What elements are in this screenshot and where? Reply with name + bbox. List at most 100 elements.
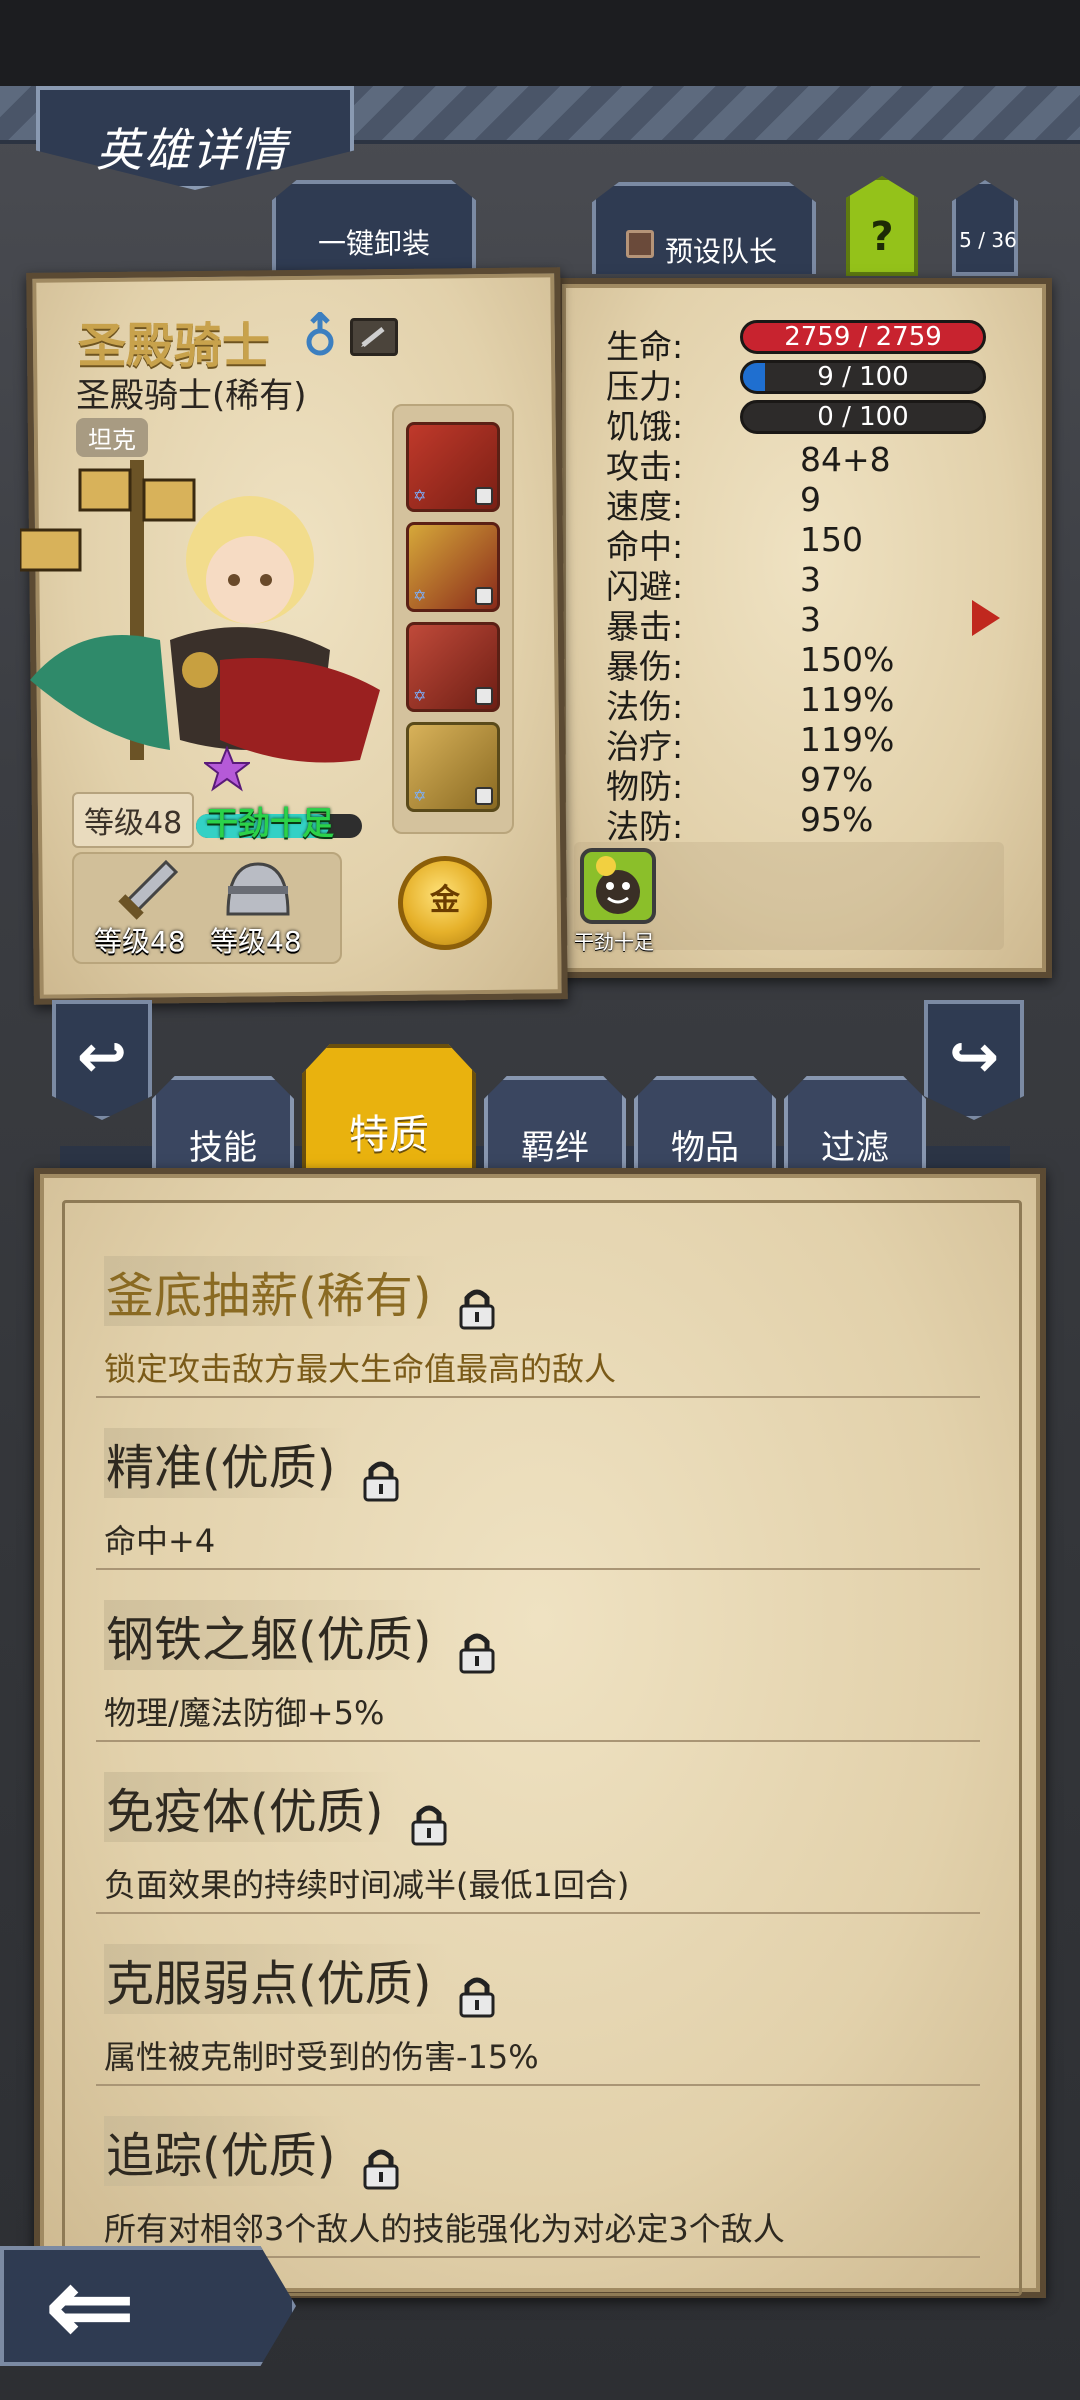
divider bbox=[96, 2084, 980, 2086]
lock-icon bbox=[411, 1805, 447, 1845]
stat-row: 命中: 150 bbox=[606, 520, 996, 566]
lock-icon bbox=[459, 1289, 495, 1329]
vigor-trait-label: 干劲十足 bbox=[574, 930, 654, 954]
stat-row: 物防: 97% bbox=[606, 760, 996, 806]
set-leader-button[interactable]: 预设队长 bbox=[592, 182, 816, 274]
stress-bar: 9 / 100 bbox=[740, 360, 986, 394]
trait-title: 精准(优质) bbox=[104, 1428, 352, 1498]
stress-value: 9 / 100 bbox=[817, 362, 909, 392]
stat-row: 治疗: 119% bbox=[606, 720, 996, 766]
stat-value: 95% bbox=[800, 800, 874, 839]
trait-item[interactable]: 克服弱点(优质) 属性被克制时受到的伤害-15% bbox=[104, 1944, 984, 2078]
hero-level: 等级48 bbox=[72, 792, 195, 848]
tab-filter[interactable]: 过滤 bbox=[784, 1076, 926, 1180]
trait-desc: 命中+4 bbox=[104, 1521, 216, 1560]
lock-icon bbox=[475, 487, 493, 505]
trait-title: 钢铁之躯(优质) bbox=[104, 1600, 448, 1670]
expand-arrow-icon[interactable] bbox=[972, 600, 1000, 636]
stat-value: 84+8 bbox=[800, 440, 891, 479]
tab-items-label: 物品 bbox=[671, 1128, 739, 1168]
lock-icon bbox=[475, 787, 493, 805]
trait-desc: 属性被克制时受到的伤害-15% bbox=[104, 2037, 539, 2076]
leader-checkbox[interactable] bbox=[626, 230, 654, 258]
lock-icon bbox=[363, 1461, 399, 1501]
arrow-right-icon: ↪ bbox=[948, 1022, 1000, 1092]
stat-label: 法防: bbox=[606, 807, 684, 846]
page-counter: 5 / 36 bbox=[959, 228, 1017, 252]
back-arrow-icon: ⇐ bbox=[44, 2242, 137, 2370]
gold-coin-icon[interactable]: 金 bbox=[398, 856, 492, 950]
divider bbox=[96, 1396, 980, 1398]
stat-value: 119% bbox=[800, 680, 895, 719]
trait-title: 追踪(优质) bbox=[104, 2116, 352, 2186]
set-leader-label: 预设队长 bbox=[664, 235, 777, 268]
stat-value: 9 bbox=[800, 480, 821, 519]
tab-traits-label: 特质 bbox=[349, 1112, 429, 1158]
divider bbox=[96, 1568, 980, 1570]
vigor-trait-icon[interactable] bbox=[580, 848, 656, 924]
lock-icon bbox=[363, 2149, 399, 2189]
tab-bonds-label: 羁绊 bbox=[521, 1128, 589, 1168]
trait-desc: 负面效果的持续时间减半(最低1回合) bbox=[104, 1865, 630, 1904]
trait-title: 免疫体(优质) bbox=[104, 1772, 400, 1842]
trait-title: 釜底抽薪(稀有) bbox=[104, 1256, 448, 1326]
stat-row: 法防: 95% bbox=[606, 800, 996, 846]
arrow-left-icon: ↩ bbox=[76, 1022, 128, 1092]
lock-icon bbox=[459, 1633, 495, 1673]
divider bbox=[96, 1912, 980, 1914]
skill-slot-1[interactable]: ✡ bbox=[406, 422, 500, 512]
male-gender-icon bbox=[306, 312, 334, 356]
hunger-bar: 0 / 100 bbox=[740, 400, 986, 434]
armor-level: 等级48 bbox=[210, 925, 302, 958]
prev-hero-button[interactable]: ↩ bbox=[52, 1000, 152, 1120]
unequip-all-label: 一键卸装 bbox=[317, 227, 430, 260]
trait-item[interactable]: 精准(优质) 命中+4 bbox=[104, 1428, 984, 1562]
weapon-level: 等级48 bbox=[94, 925, 186, 958]
star-icon: ✡ bbox=[413, 786, 427, 805]
tab-bonds[interactable]: 羁绊 bbox=[484, 1076, 626, 1180]
stat-value: 150% bbox=[800, 640, 895, 679]
trait-item[interactable]: 追踪(优质) 所有对相邻3个敌人的技能强化为对必定3个敌人 bbox=[104, 2116, 984, 2250]
star-icon: ✡ bbox=[413, 586, 427, 605]
stat-row: 攻击: 84+8 bbox=[606, 440, 996, 486]
tab-items[interactable]: 物品 bbox=[634, 1076, 776, 1180]
stat-value: 97% bbox=[800, 760, 874, 799]
skill-slot-4[interactable]: ✡ bbox=[406, 722, 500, 812]
unequip-all-button[interactable]: 一键卸装 bbox=[272, 180, 476, 272]
stat-row: 法伤: 119% bbox=[606, 680, 996, 726]
stat-row: 暴伤: 150% bbox=[606, 640, 996, 686]
divider bbox=[96, 1740, 980, 1742]
next-hero-button[interactable]: ↪ bbox=[924, 1000, 1024, 1120]
lock-icon bbox=[459, 1977, 495, 2017]
stat-row: 速度: 9 bbox=[606, 480, 996, 526]
tab-skills[interactable]: 技能 bbox=[152, 1076, 294, 1180]
skill-slot-2[interactable]: ✡ bbox=[406, 522, 500, 612]
star-icon: ✡ bbox=[413, 486, 427, 505]
trait-desc: 物理/魔法防御+5% bbox=[104, 1693, 385, 1732]
tab-traits[interactable]: 特质 bbox=[302, 1044, 476, 1180]
trait-item[interactable]: 钢铁之躯(优质) 物理/魔法防御+5% bbox=[104, 1600, 984, 1734]
mood-label: 干劲十足 bbox=[206, 804, 335, 842]
tab-skills-label: 技能 bbox=[189, 1128, 257, 1168]
stat-row: 闪避: 3 bbox=[606, 560, 996, 606]
edit-name-icon[interactable] bbox=[350, 318, 398, 356]
hero-class: 圣殿骑士(稀有) bbox=[76, 376, 307, 416]
sword-icon[interactable] bbox=[110, 858, 180, 928]
stat-value: 119% bbox=[800, 720, 895, 759]
lock-icon bbox=[475, 587, 493, 605]
trait-desc: 锁定攻击敌方最大生命值最高的敌人 bbox=[104, 1349, 617, 1388]
trait-item[interactable]: 釜底抽薪(稀有) 锁定攻击敌方最大生命值最高的敌人 bbox=[104, 1256, 984, 1390]
star-icon: ✡ bbox=[413, 686, 427, 705]
helmet-icon[interactable] bbox=[220, 856, 296, 926]
help-label: ? bbox=[870, 214, 894, 260]
stat-value: 3 bbox=[800, 560, 821, 599]
trait-item[interactable]: 免疫体(优质) 负面效果的持续时间减半(最低1回合) bbox=[104, 1772, 984, 1906]
back-button[interactable]: ⇐ bbox=[0, 2246, 296, 2366]
status-bar bbox=[0, 0, 1080, 86]
stat-value: 3 bbox=[800, 600, 821, 639]
stat-value: 150 bbox=[800, 520, 863, 559]
rank-star-icon bbox=[204, 746, 250, 792]
skill-slot-3[interactable]: ✡ bbox=[406, 622, 500, 712]
hp-bar: 2759 / 2759 bbox=[740, 320, 986, 354]
trait-title: 克服弱点(优质) bbox=[104, 1944, 448, 2014]
